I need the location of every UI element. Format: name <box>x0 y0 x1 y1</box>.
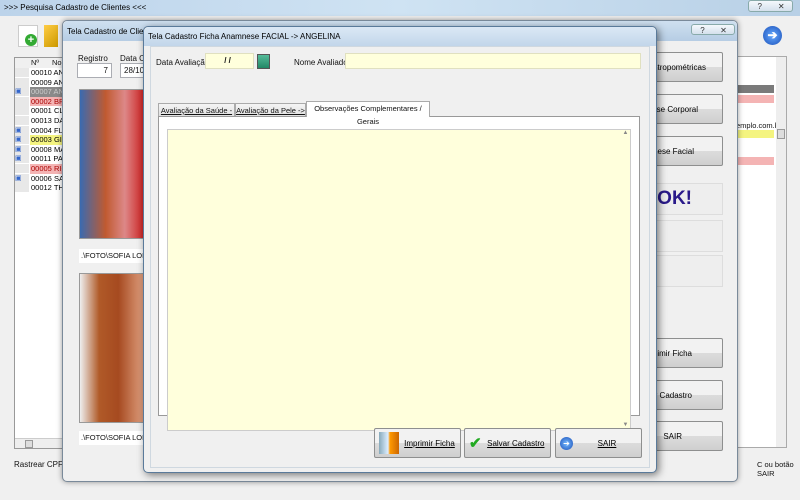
row-id: 00004 <box>31 125 52 135</box>
outer-caption-buttons: ? ✕ <box>748 0 793 12</box>
registro-input[interactable]: 7 <box>77 63 112 78</box>
table-row[interactable]: 00005 RIC <box>15 164 78 174</box>
photo-icon: ▣ <box>15 87 29 97</box>
client-list[interactable]: Nº Nome 00010 ANA 00009 ANA▣ 00007 AND 0… <box>14 57 78 449</box>
calendar-icon[interactable] <box>257 54 270 69</box>
help-button[interactable]: ? <box>749 1 771 11</box>
imprimir-ficha-label: Imprimir Ficha <box>404 438 455 448</box>
nome-avaliador-input[interactable] <box>345 53 641 69</box>
registro-label: Registro <box>78 54 108 63</box>
rastrear-cpf-label: Rastrear CPF <box>14 460 63 469</box>
row-id: 00009 <box>31 77 52 87</box>
row-indicator <box>15 183 29 193</box>
row-id: 00007 <box>31 87 52 97</box>
column-header-number[interactable]: Nº <box>31 58 39 68</box>
row-id: 00003 <box>31 135 52 145</box>
nome-avaliador-label: Nome Avaliador: <box>294 58 353 67</box>
photo-icon: ▣ <box>15 125 29 135</box>
hint-fragment: C ou botão SAIR <box>757 460 794 478</box>
checkmark-icon: ✔ <box>469 435 482 452</box>
client-photo-2 <box>79 273 145 423</box>
client-photo-1 <box>79 89 145 239</box>
observacoes-memo[interactable]: ▲ ▼ <box>167 129 631 431</box>
close-button[interactable]: ✕ <box>713 25 734 35</box>
outer-title: >>> Pesquisa Cadastro de Clientes <<< <box>4 3 147 12</box>
photo-icon: ▣ <box>15 154 29 164</box>
sair-label: SAIR <box>597 438 617 448</box>
memo-scrollbar[interactable]: ▲ ▼ <box>621 130 630 430</box>
table-row[interactable]: 00012 THE <box>15 183 78 194</box>
sair-button[interactable]: ➔ SAIR <box>555 428 642 458</box>
table-row[interactable]: 00010 ANA <box>15 68 78 78</box>
imprimir-ficha-button[interactable]: Imprimir Ficha <box>374 428 461 458</box>
dialog-title: Tela Cadastro Ficha Anamnese FACIAL -> A… <box>148 32 341 41</box>
tab-observacoes[interactable]: Observações Complementares / Gerais <box>306 101 430 126</box>
email-fragment: emplo.com.br <box>736 121 782 130</box>
row-id: 00012 <box>31 183 52 193</box>
row-id: 00005 <box>31 164 52 173</box>
dialog-titlebar: Tela Cadastro Ficha Anamnese FACIAL -> A… <box>144 27 656 46</box>
outer-right-list[interactable]: emplo.com.br <box>735 56 787 448</box>
tab-panel: ▲ ▼ <box>158 116 640 431</box>
row-indicator <box>15 116 29 125</box>
table-row[interactable]: ▣ 00008 MAR <box>15 144 78 155</box>
new-client-icon[interactable]: + <box>18 25 38 47</box>
help-button[interactable]: ? <box>692 25 713 35</box>
row-indicator <box>15 106 29 116</box>
salvar-cadastro-button[interactable]: ✔ Salvar Cadastro <box>464 428 551 458</box>
data-avaliacao-label: Data Avaliação: <box>156 58 212 67</box>
table-row[interactable]: 00013 DAV <box>15 116 78 126</box>
print-person-icon <box>379 432 399 454</box>
row-id: 00002 <box>31 96 52 106</box>
photo-icon: ▣ <box>15 144 29 154</box>
row-id: 00010 <box>31 68 52 77</box>
tab-avaliacao-saude[interactable]: Avaliação da Saúde -> <box>158 103 235 128</box>
next-arrow-icon[interactable]: ➔ <box>763 26 782 45</box>
outer-titlebar: >>> Pesquisa Cadastro de Clientes <<< ? … <box>0 0 800 16</box>
anamnese-dialog: Tela Cadastro Ficha Anamnese FACIAL -> A… <box>143 26 657 473</box>
close-button[interactable]: ✕ <box>771 1 793 11</box>
row-id: 00013 <box>31 116 52 125</box>
table-row[interactable]: ▣ 00003 GIS <box>15 135 78 146</box>
row-id: 00001 <box>31 106 52 116</box>
photo-icon: ▣ <box>15 135 29 145</box>
table-row[interactable]: ▣ 00006 SAR <box>15 173 78 184</box>
data-cadastro-input[interactable]: 28/10 <box>120 63 145 78</box>
photo-path-1[interactable]: .\FOTO\SOFIA LOREN <box>79 249 145 263</box>
row-id: 00006 <box>31 173 52 183</box>
row-id: 00008 <box>31 144 52 154</box>
table-row[interactable]: ▣ 00011 PAN <box>15 154 78 165</box>
table-row[interactable]: ▣ 00007 AND <box>15 87 78 98</box>
table-row[interactable]: ▣ 00004 FLA <box>15 125 78 136</box>
table-row[interactable]: 00002 BRI <box>15 96 78 107</box>
tab-avaliacao-pele[interactable]: Avaliação da Pele -> <box>235 103 306 117</box>
edit-pencil-icon[interactable] <box>44 25 58 47</box>
table-row[interactable]: 00001 CLI <box>15 106 78 117</box>
photo-icon: ▣ <box>15 173 29 183</box>
row-indicator <box>15 68 29 77</box>
table-row[interactable]: 00009 ANA <box>15 77 78 88</box>
photo-path-2[interactable]: .\FOTO\SOFIA LOREN <box>79 431 145 445</box>
row-indicator <box>15 164 29 173</box>
exit-arrow-icon: ➔ <box>560 436 573 450</box>
horizontal-scrollbar[interactable] <box>15 438 63 448</box>
salvar-cadastro-label: Salvar Cadastro <box>487 438 545 448</box>
vertical-scrollbar[interactable] <box>776 57 786 447</box>
row-indicator <box>15 77 29 87</box>
row-id: 00011 <box>31 154 52 164</box>
row-indicator <box>15 96 29 106</box>
data-avaliacao-input[interactable]: / / <box>205 53 254 69</box>
